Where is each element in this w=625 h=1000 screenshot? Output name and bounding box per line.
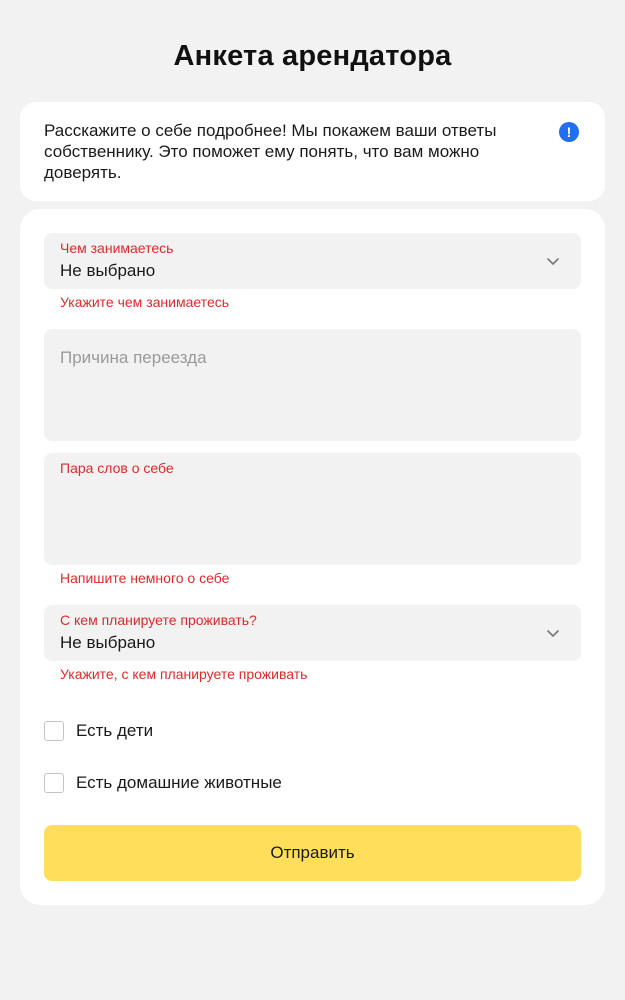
chevron-down-icon: [547, 630, 559, 637]
chevron-down-icon: [547, 258, 559, 265]
occupation-value: Не выбрано: [60, 261, 156, 280]
occupation-select[interactable]: Чем занимаетесь Не выбрано: [44, 233, 581, 289]
pets-checkbox-label: Есть домашние животные: [76, 773, 282, 792]
cohabitants-value: Не выбрано: [60, 633, 156, 652]
children-checkbox-label: Есть дети: [76, 721, 154, 740]
info-icon[interactable]: !: [559, 122, 579, 142]
about-error: Напишите немного о себе: [60, 570, 230, 586]
moving-reason-field[interactable]: Причина переезда: [44, 329, 581, 441]
children-checkbox[interactable]: [44, 721, 64, 741]
occupation-error: Укажите чем занимаетесь: [60, 294, 230, 310]
cohabitants-error: Укажите, с кем планируете проживать: [60, 666, 308, 682]
info-text: Расскажите о себе подробнее! Мы покажем …: [44, 121, 497, 182]
occupation-label: Чем занимаетесь: [60, 240, 174, 256]
info-card: Расскажите о себе подробнее! Мы покажем …: [20, 102, 605, 201]
about-field[interactable]: Пара слов о себе: [44, 453, 581, 565]
tenant-form: Чем занимаетесь Не выбрано Укажите чем з…: [20, 209, 605, 905]
pets-checkbox[interactable]: [44, 773, 64, 793]
cohabitants-select[interactable]: С кем планируете проживать? Не выбрано: [44, 605, 581, 661]
about-label: Пара слов о себе: [60, 460, 174, 476]
children-checkbox-row[interactable]: Есть дети: [44, 719, 153, 743]
page-title: Анкета арендатора: [173, 40, 452, 72]
moving-reason-placeholder: Причина переезда: [60, 348, 207, 367]
cohabitants-label: С кем планируете проживать?: [60, 612, 257, 628]
submit-button[interactable]: Отправить: [44, 825, 581, 881]
pets-checkbox-row[interactable]: Есть домашние животные: [44, 771, 282, 795]
